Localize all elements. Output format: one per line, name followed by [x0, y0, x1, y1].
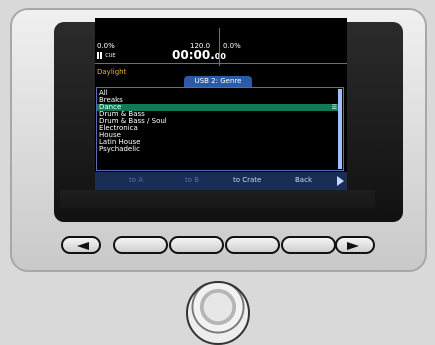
scrollbar[interactable]	[338, 89, 342, 169]
left-arrow-button[interactable]	[61, 236, 101, 254]
softkey-label-back[interactable]: Back	[295, 176, 312, 184]
cue-label: CUE	[105, 53, 116, 59]
softkey-bar: to A to B to Crate Back	[95, 172, 347, 190]
browser-list[interactable]: All Breaks Dance ☰ Drum & Bass Drum & Ba…	[96, 87, 344, 171]
left-arrow-icon	[77, 242, 89, 250]
softkey-label-to-crate[interactable]: to Crate	[233, 176, 261, 184]
browser-tab[interactable]: USB 2: Genre	[184, 76, 252, 87]
time-ms: 00	[214, 52, 226, 61]
right-arrow-button[interactable]	[335, 236, 375, 254]
softkey-button-1[interactable]	[113, 236, 168, 254]
track-name: Daylight	[97, 68, 127, 76]
left-percent: 0.0%	[97, 42, 115, 50]
menu-icon: ☰	[331, 104, 337, 111]
softkey-button-2[interactable]	[169, 236, 224, 254]
deck-status: 0.0% 120.0 0.0% CUE 00:00.00	[95, 18, 347, 66]
play-triangle-icon[interactable]	[337, 176, 344, 186]
time-display: 00:00.00	[172, 48, 226, 64]
time-main: 00:00.	[172, 48, 215, 62]
softkey-label-to-b[interactable]: to B	[185, 176, 199, 184]
screen: 0.0% 120.0 0.0% CUE 00:00.00 Daylight US…	[95, 18, 347, 190]
softkey-label-to-a[interactable]: to A	[129, 176, 143, 184]
right-arrow-icon	[347, 242, 359, 250]
rotary-knob-icon[interactable]	[186, 281, 250, 345]
bezel-shadow	[60, 190, 375, 208]
softkey-button-4[interactable]	[281, 236, 336, 254]
status-divider	[95, 63, 347, 64]
softkey-button-3[interactable]	[225, 236, 280, 254]
pause-cue-icon	[97, 52, 103, 59]
cue-indicator: CUE	[97, 51, 116, 60]
scrollbar-thumb[interactable]	[338, 89, 342, 169]
center-divider	[219, 28, 220, 66]
list-item[interactable]: Psychadelic	[99, 146, 140, 153]
